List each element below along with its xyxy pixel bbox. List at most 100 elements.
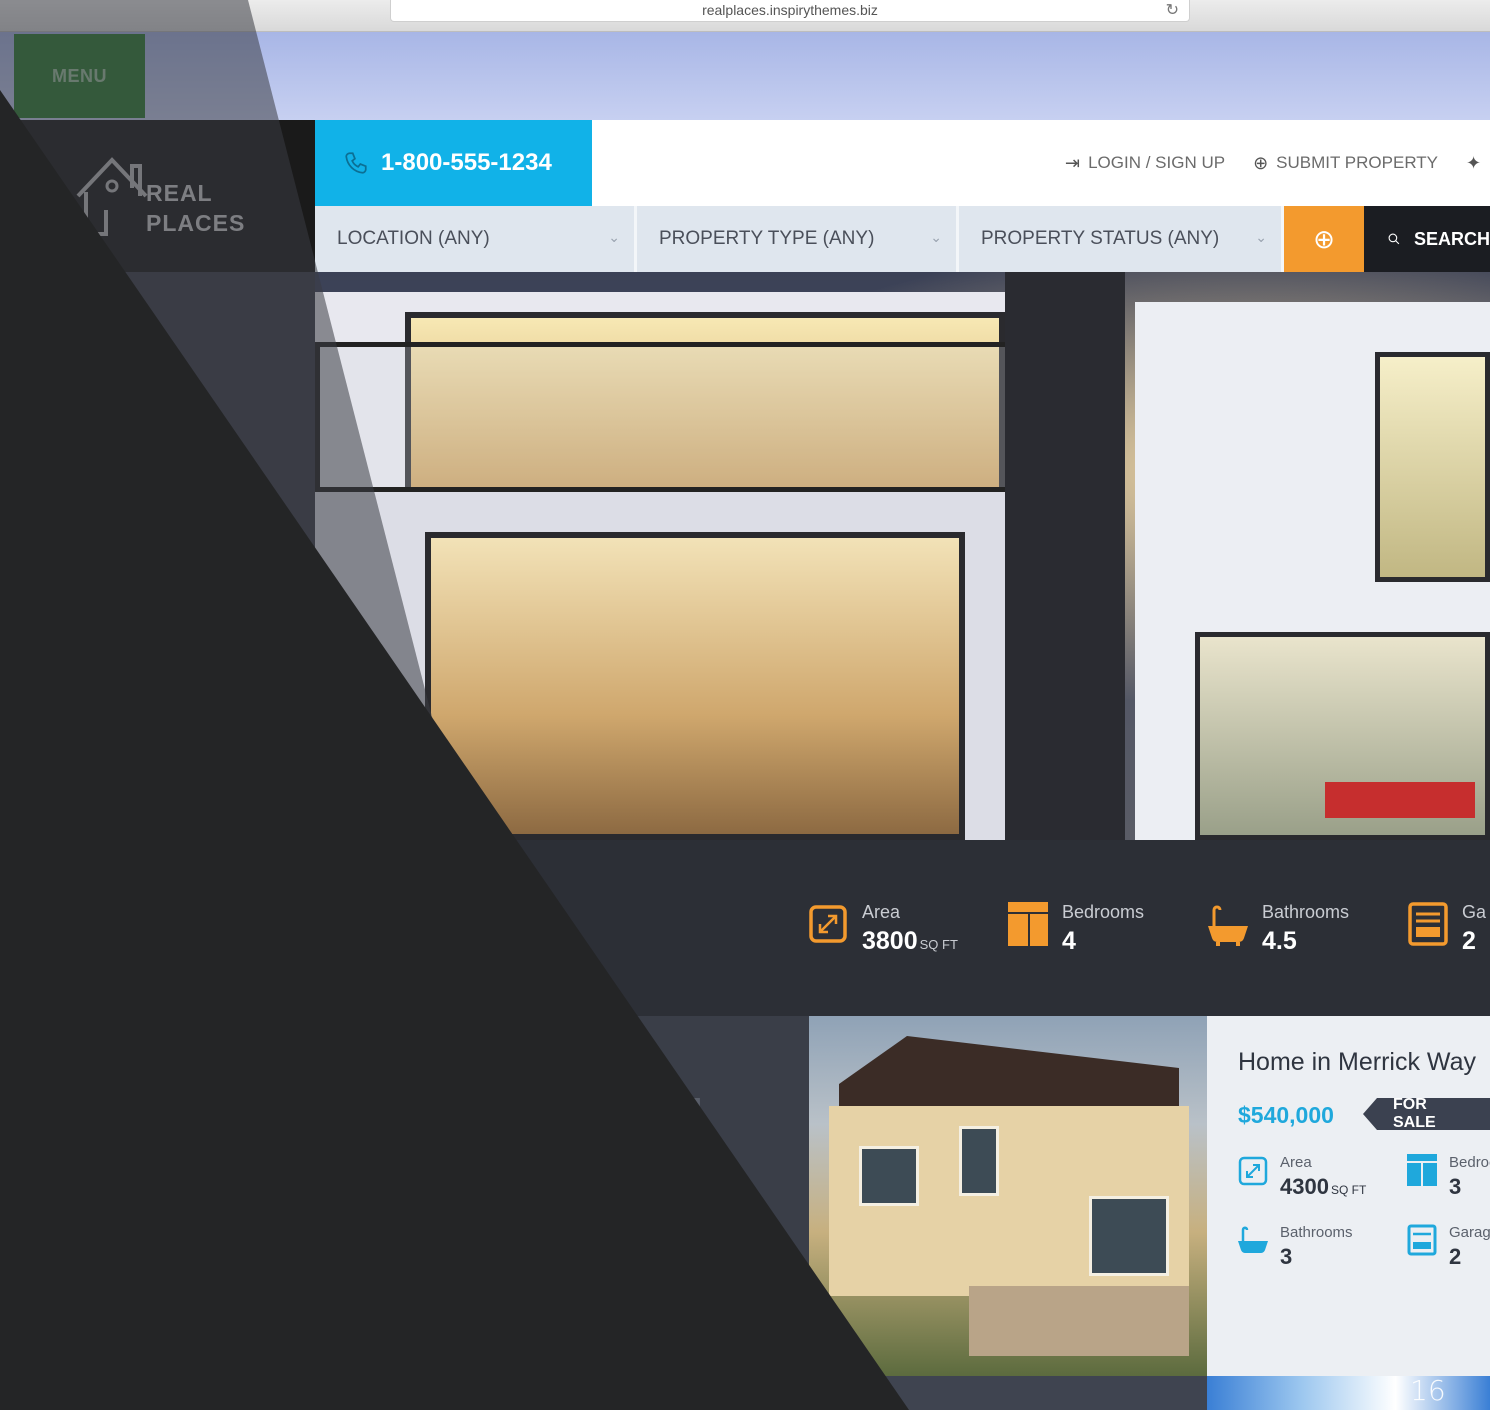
listing-area: Area 4300 SQ FT bbox=[1238, 1154, 1366, 1200]
listing-garages: Garages 2 bbox=[1407, 1224, 1490, 1270]
chevron-down-icon: ⌄ bbox=[930, 229, 942, 245]
property-type-select[interactable]: PROPERTY TYPE (ANY) ⌄ bbox=[637, 206, 959, 272]
site-header: 1-800-555-1234 ⇥ LOGIN / SIGN UP ⊕ SUBMI… bbox=[315, 120, 1490, 206]
listing-card-villa[interactable]: Villa in Coral Gables $825,000 FOR SALE … bbox=[315, 1016, 809, 1376]
house-window bbox=[959, 1126, 999, 1196]
site-logo[interactable]: REAL PLACES bbox=[0, 120, 315, 272]
listing-bedrooms-label: Bedrooms bbox=[1449, 1154, 1490, 1171]
listing-bathrooms: Bathrooms 3 bbox=[405, 1224, 478, 1270]
listing-garages-value: 2 bbox=[1449, 1244, 1462, 1269]
stat-area-value: 3800 SQ FT bbox=[862, 927, 958, 956]
stat-area-unit: SQ FT bbox=[919, 937, 958, 952]
search-icon bbox=[1388, 233, 1400, 245]
listing-area-label: Area bbox=[1280, 1154, 1312, 1171]
sky-background bbox=[0, 32, 1490, 120]
search-button-label: SEARCH bbox=[1413, 228, 1490, 249]
phone-number[interactable]: 1-800-555-1234 bbox=[315, 120, 592, 206]
sidebar-panel bbox=[0, 272, 315, 1410]
garage-icon bbox=[610, 1224, 640, 1256]
stat-area-number: 3800 bbox=[862, 927, 918, 955]
hero-property-image[interactable] bbox=[315, 272, 1490, 840]
header-links: ⇥ LOGIN / SIGN UP ⊕ SUBMIT PROPERTY ✦ bbox=[1065, 120, 1481, 206]
listing-area-value: 4500 SQ FT bbox=[405, 1174, 491, 1200]
stat-area-label: Area bbox=[862, 902, 901, 922]
featured-heading-fragment: S bbox=[375, 890, 392, 917]
login-link[interactable]: ⇥ LOGIN / SIGN UP bbox=[1065, 153, 1225, 174]
bedroom-icon bbox=[1008, 902, 1048, 946]
stat-bedrooms-value: 4 bbox=[1062, 927, 1076, 955]
listing-area-unit: SQ FT bbox=[1330, 1183, 1367, 1197]
stat-bathrooms: Bathrooms 4.5 bbox=[1208, 902, 1349, 956]
menu-label: MENU bbox=[52, 65, 107, 86]
listing-bathrooms-value: 3 bbox=[1280, 1244, 1293, 1269]
address-bar-url: realplaces.inspirythemes.biz bbox=[702, 2, 878, 18]
listing-bedrooms-value: 3 bbox=[1449, 1174, 1462, 1199]
area-icon bbox=[809, 905, 847, 943]
stat-garages: Ga 2 bbox=[1408, 902, 1486, 956]
logo-line-2: PLACES bbox=[146, 210, 246, 236]
stat-bathrooms-value: 4.5 bbox=[1262, 927, 1297, 955]
bedroom-icon bbox=[610, 1154, 640, 1186]
listing-bedrooms-value: 3 bbox=[652, 1174, 665, 1199]
listing-bathrooms-label: Bathrooms bbox=[405, 1224, 478, 1241]
chevron-down-icon: ⌄ bbox=[608, 229, 620, 245]
stat-garages-value: 2 bbox=[1462, 927, 1476, 955]
house-logo-icon bbox=[76, 157, 148, 236]
browser-toolbar: realplaces.inspirythemes.biz ↻ bbox=[0, 0, 1490, 32]
listing-photo-merrick[interactable] bbox=[809, 1016, 1207, 1376]
submit-property-link[interactable]: ⊕ SUBMIT PROPERTY bbox=[1253, 153, 1438, 174]
property-type-select-value: PROPERTY TYPE (ANY) bbox=[659, 228, 875, 249]
reload-icon[interactable]: ↻ bbox=[1166, 1, 1179, 21]
next-listing-photo[interactable] bbox=[1207, 1376, 1490, 1410]
property-status-select[interactable]: PROPERTY STATUS (ANY) ⌄ bbox=[959, 206, 1284, 272]
listing-bathrooms-value: 3 bbox=[405, 1244, 418, 1269]
building-balcony bbox=[315, 342, 1025, 492]
stat-bedrooms: Bedrooms 4 bbox=[1008, 902, 1144, 956]
bathroom-icon bbox=[1238, 1226, 1268, 1253]
logo-text: REAL PLACES bbox=[146, 178, 245, 238]
listing-garages: Garages 2 bbox=[610, 1224, 710, 1270]
garden-wall bbox=[969, 1286, 1189, 1356]
status-badge: FOR SALE bbox=[567, 1098, 700, 1130]
listing-title[interactable]: Villa in Coral Gables bbox=[375, 1048, 601, 1077]
plus-circle-icon: ⊕ bbox=[1313, 223, 1335, 254]
listing-area-number: 4300 bbox=[1280, 1174, 1329, 1199]
twitter-link[interactable]: ✦ bbox=[1466, 153, 1481, 174]
twitter-icon: ✦ bbox=[1466, 152, 1482, 173]
listing-area-number: 4500 bbox=[405, 1174, 454, 1199]
listing-garages-value: 2 bbox=[652, 1244, 665, 1269]
garage-icon bbox=[1408, 902, 1448, 946]
search-button[interactable]: SEARCH bbox=[1364, 206, 1490, 272]
property-search-bar: LOCATION (ANY) ⌄ PROPERTY TYPE (ANY) ⌄ P… bbox=[315, 206, 1490, 272]
listing-bedrooms: Bedrooms 3 bbox=[610, 1154, 720, 1200]
login-icon: ⇥ bbox=[1065, 152, 1081, 173]
stat-garages-label: Ga bbox=[1462, 902, 1487, 922]
plus-circle-icon: ⊕ bbox=[1253, 152, 1269, 173]
menu-button[interactable]: MENU bbox=[14, 34, 145, 118]
location-select[interactable]: LOCATION (ANY) ⌄ bbox=[315, 206, 637, 272]
address-bar[interactable]: realplaces.inspirythemes.biz ↻ bbox=[390, 0, 1190, 22]
building-dark-column bbox=[1005, 272, 1125, 840]
featured-property-stats: S Area 3800 SQ FT Bedrooms 4 Bathrooms 4… bbox=[315, 840, 1490, 1016]
building-right-upper-window bbox=[1375, 352, 1490, 582]
listing-title[interactable]: Home in Merrick Way bbox=[1238, 1048, 1476, 1077]
listing-card-merrick[interactable]: Home in Merrick Way $540,000 FOR SALE Ar… bbox=[1207, 1016, 1490, 1376]
bathroom-icon bbox=[1208, 905, 1248, 946]
listing-bedrooms: Bedrooms 3 bbox=[1407, 1154, 1490, 1200]
house-roof bbox=[839, 1036, 1179, 1116]
outdoor-sofa bbox=[1325, 782, 1475, 818]
listing-bathrooms: Bathrooms 3 bbox=[1238, 1224, 1353, 1270]
garage-icon bbox=[1407, 1224, 1437, 1256]
area-icon bbox=[1238, 1156, 1268, 1186]
submit-property-label: SUBMIT PROPERTY bbox=[1276, 153, 1439, 172]
phone-icon bbox=[345, 152, 367, 174]
house-window bbox=[859, 1146, 919, 1206]
advanced-search-button[interactable]: ⊕ bbox=[1284, 206, 1364, 272]
stat-bedrooms-label: Bedrooms bbox=[1062, 902, 1145, 922]
house-window bbox=[1089, 1196, 1169, 1276]
listing-garages-label: Garages bbox=[1449, 1224, 1490, 1241]
chevron-down-icon: ⌄ bbox=[1255, 229, 1267, 245]
listing-area-label: Area bbox=[405, 1154, 437, 1171]
login-label: LOGIN / SIGN UP bbox=[1088, 153, 1226, 172]
listing-area: Area 4500 SQ FT bbox=[405, 1154, 491, 1200]
